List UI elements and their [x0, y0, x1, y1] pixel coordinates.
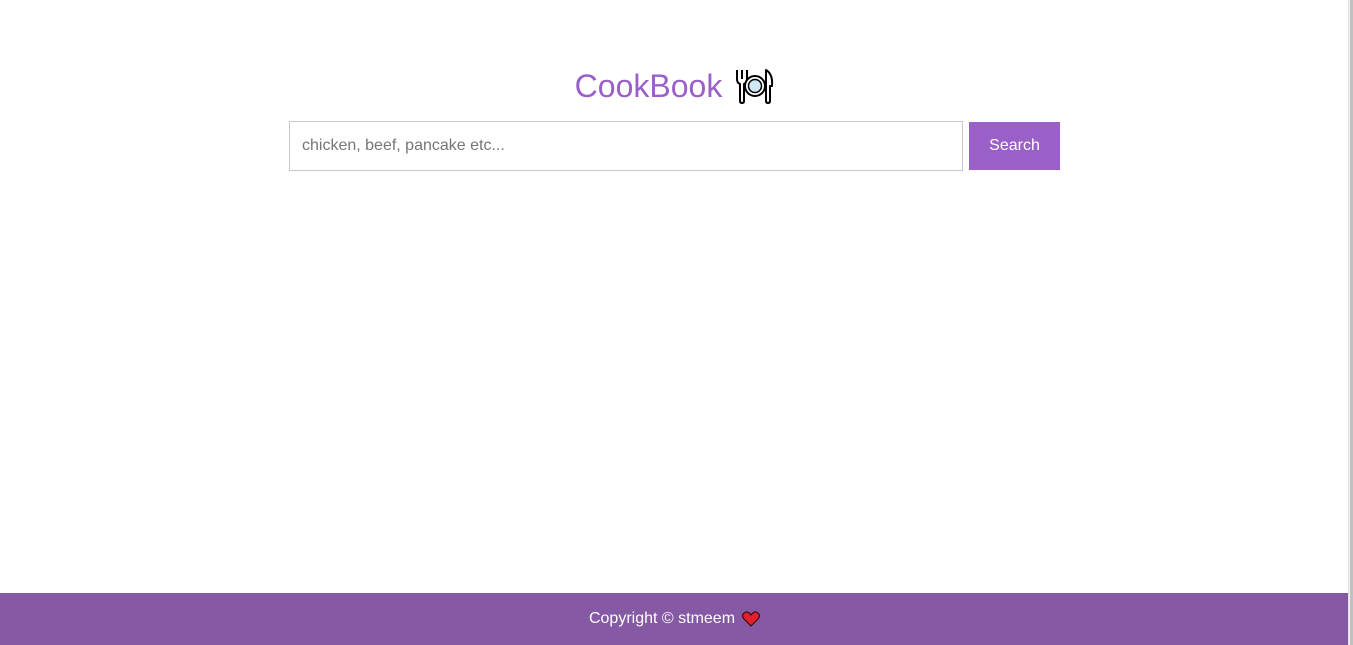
app-title: CookBook: [574, 68, 723, 104]
fork-plate-knife-icon: [734, 66, 774, 106]
heart-icon: [742, 611, 761, 627]
search-row: Search: [289, 121, 1060, 171]
header: CookBook: [0, 64, 1349, 108]
search-input[interactable]: [289, 121, 963, 171]
footer: Copyright © stmeem: [0, 593, 1349, 645]
copyright-text: Copyright © stmeem: [588, 610, 736, 627]
page: CookBook Search Copyright © stmeem: [0, 0, 1353, 645]
search-button[interactable]: Search: [969, 122, 1060, 170]
vertical-scrollbar[interactable]: [1348, 0, 1353, 645]
